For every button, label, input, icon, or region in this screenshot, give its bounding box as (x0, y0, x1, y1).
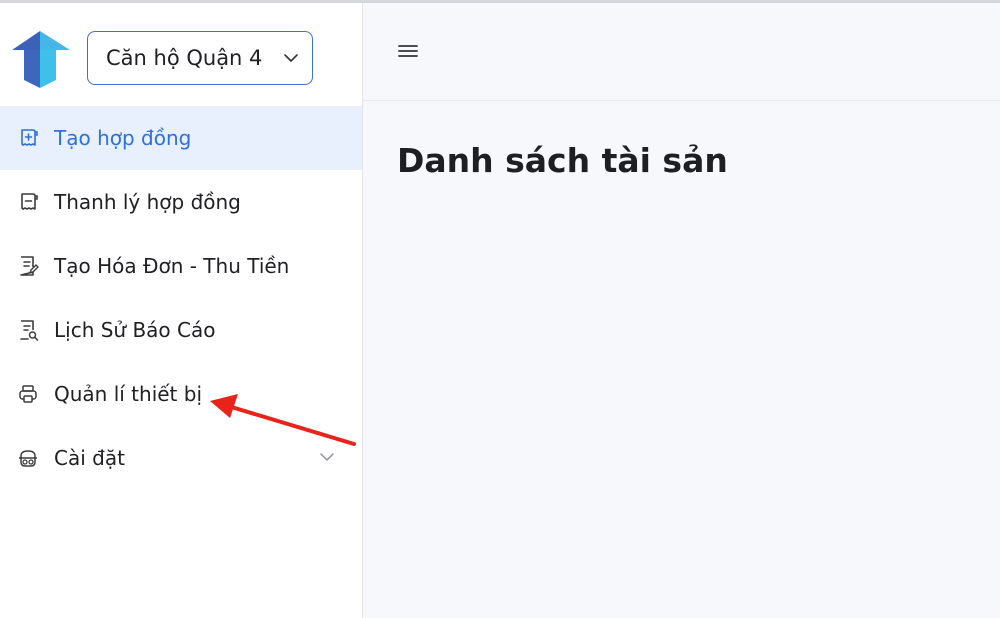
main-content: Danh sách tài sản (363, 3, 1000, 618)
sidebar-item-label: Quản lí thiết bị (54, 382, 203, 406)
sidebar-item-thanh-ly-hop-dong[interactable]: Thanh lý hợp đồng (0, 170, 362, 234)
brand-logo[interactable] (10, 28, 72, 90)
app-window: Căn hộ Quận 4 Tạo hợp đồng Thanh lý hợp … (0, 0, 1000, 618)
contract-add-icon (21, 129, 38, 146)
contract-remove-icon (21, 193, 38, 210)
sidebar-item-label: Cài đặt (54, 446, 125, 470)
top-bar (363, 3, 1000, 101)
settings-icon (19, 450, 37, 467)
sidebar-item-lich-su-bao-cao[interactable]: Lịch Sử Báo Cáo (0, 298, 362, 362)
sidebar-item-quan-li-thiet-bi[interactable]: Quản lí thiết bị (0, 362, 362, 426)
sidebar: Căn hộ Quận 4 Tạo hợp đồng Thanh lý hợp … (0, 3, 363, 618)
sidebar-item-label: Tạo Hóa Đơn - Thu Tiền (54, 254, 290, 278)
sidebar-item-label: Tạo hợp đồng (54, 126, 192, 150)
sidebar-item-tao-hop-dong[interactable]: Tạo hợp đồng (0, 106, 362, 170)
sidebar-item-cai-dat[interactable]: Cài đặt (0, 426, 362, 490)
invoice-edit-icon (20, 256, 39, 276)
chevron-down-icon (284, 54, 298, 62)
printer-icon (19, 385, 37, 403)
sidebar-item-tao-hoa-don[interactable]: Tạo Hóa Đơn - Thu Tiền (0, 234, 362, 298)
chevron-down-icon[interactable] (318, 448, 336, 466)
project-select[interactable]: Căn hộ Quận 4 (87, 31, 313, 85)
sidebar-nav: Tạo hợp đồng Thanh lý hợp đồng Tạo Hóa Đ… (0, 106, 362, 490)
sidebar-item-label: Lịch Sử Báo Cáo (54, 318, 216, 342)
sidebar-item-label: Thanh lý hợp đồng (54, 190, 241, 214)
project-select-value: Căn hộ Quận 4 (106, 46, 263, 70)
page-title: Danh sách tài sản (397, 141, 728, 180)
hamburger-menu-icon[interactable] (397, 41, 419, 61)
report-search-icon (20, 320, 39, 341)
